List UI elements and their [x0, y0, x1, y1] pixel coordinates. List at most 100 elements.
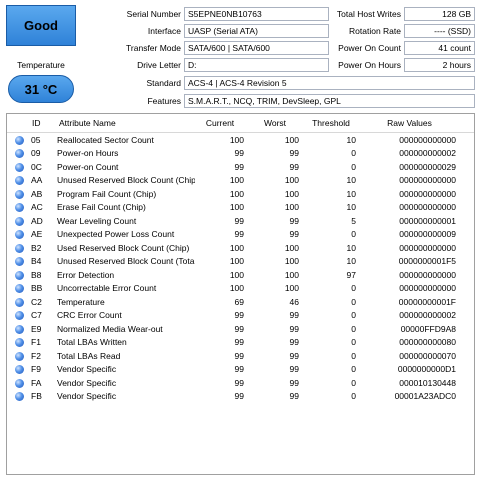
table-row[interactable]: F1 Total LBAs Written 99 99 0 000000000080 [7, 336, 474, 350]
cell-threshold: 10 [346, 175, 356, 186]
cell-threshold: 0 [351, 377, 356, 388]
status-dot-icon [14, 176, 24, 186]
status-cell [7, 187, 31, 201]
status-dot-icon [14, 284, 24, 294]
cell-id: C2 [31, 296, 42, 307]
table-row[interactable]: AB Program Fail Count (Chip) 100 100 10 00000… [7, 187, 474, 201]
cell-worst: 46 [289, 296, 299, 307]
drive-letter-field: D: [184, 58, 329, 72]
cell-threshold: 0 [351, 296, 356, 307]
cell-id: B8 [31, 269, 42, 280]
cell-attribute-name: Reallocated Sector Count [57, 134, 154, 145]
cell-id: C7 [31, 310, 42, 321]
table-row[interactable]: 05 Reallocated Sector Count 100 100 10 000000… [7, 133, 474, 147]
temperature-badge[interactable]: 31 °C [8, 75, 74, 103]
cell-worst: 99 [289, 148, 299, 159]
table-row[interactable]: F9 Vendor Specific 99 99 0 0000000000D1 [7, 363, 474, 377]
table-row[interactable]: C7 CRC Error Count 99 99 0 000000000002 [7, 309, 474, 323]
status-dot-icon [14, 216, 24, 226]
table-row[interactable]: E9 Normalized Media Wear-out 99 99 0 00000FFD… [7, 322, 474, 336]
status-cell [7, 282, 31, 296]
status-dot-icon [14, 257, 24, 267]
health-status-badge[interactable]: Good [6, 5, 76, 46]
cell-worst: 100 [284, 188, 299, 199]
cell-worst: 99 [289, 323, 299, 334]
cell-attribute-name: Erase Fail Count (Chip) [57, 202, 146, 213]
cell-id: AD [31, 215, 43, 226]
status-cell [7, 295, 31, 309]
features-label: Features [147, 96, 181, 106]
cell-current: 100 [229, 175, 244, 186]
table-row[interactable]: 0C Power-on Count 99 99 0 000000000029 [7, 160, 474, 174]
cell-id: FB [31, 391, 42, 402]
cell-threshold: 0 [351, 148, 356, 159]
cell-current: 100 [229, 269, 244, 280]
table-row[interactable]: AD Wear Leveling Count 99 99 5 000000000001 [7, 214, 474, 228]
cell-threshold: 0 [351, 323, 356, 334]
cell-threshold: 0 [351, 337, 356, 348]
header-raw-values[interactable]: Raw Values [362, 114, 474, 133]
cell-attribute-name: Uncorrectable Error Count [57, 283, 157, 294]
status-cell [7, 214, 31, 228]
table-row[interactable]: B8 Error Detection 100 100 97 000000000000 [7, 268, 474, 282]
table-row[interactable]: 09 Power-on Hours 99 99 0 000000000002 [7, 147, 474, 161]
cell-current: 99 [234, 323, 244, 334]
cell-threshold: 0 [351, 161, 356, 172]
status-cell [7, 322, 31, 336]
header-worst[interactable]: Worst [250, 114, 305, 133]
cell-threshold: 5 [351, 215, 356, 226]
status-cell [7, 147, 31, 161]
status-cell [7, 363, 31, 377]
cell-worst: 100 [284, 134, 299, 145]
status-dot-icon [14, 297, 24, 307]
header-current[interactable]: Current [195, 114, 250, 133]
power-on-hours-label: Power On Hours [338, 60, 401, 70]
power-on-count-field: 41 count [404, 41, 475, 55]
cell-worst: 99 [289, 391, 299, 402]
status-dot-icon [14, 270, 24, 280]
header-id[interactable]: ID [31, 114, 57, 133]
table-row[interactable]: BB Uncorrectable Error Count 100 100 0 000000… [7, 282, 474, 296]
cell-id: B2 [31, 242, 42, 253]
table-row[interactable]: AC Erase Fail Count (Chip) 100 100 10 0000000… [7, 201, 474, 215]
table-row[interactable]: F2 Total LBAs Read 99 99 0 000000000070 [7, 349, 474, 363]
status-cell [7, 376, 31, 390]
cell-id: 0C [31, 161, 42, 172]
table-row[interactable]: B4 Unused Reserved Block Count (Total) 100… [7, 255, 474, 269]
interface-field: UASP (Serial ATA) [184, 24, 329, 38]
cell-current: 99 [234, 350, 244, 361]
standard-label: Standard [146, 78, 182, 88]
cell-attribute-name: Power-on Count [57, 161, 119, 172]
table-row[interactable]: FA Vendor Specific 99 99 0 000010130448 [7, 376, 474, 390]
total-host-writes-label: Total Host Writes [336, 9, 401, 19]
status-dot-icon [14, 338, 24, 348]
rotation-rate-label: Rotation Rate [349, 26, 401, 36]
header-threshold[interactable]: Threshold [305, 114, 362, 133]
cell-raw-value: 00000FFD9A8 [400, 323, 456, 334]
status-cell [7, 174, 31, 188]
table-row[interactable]: FB Vendor Specific 99 99 0 00001A23ADC0 [7, 390, 474, 404]
cell-id: FA [31, 377, 42, 388]
smart-attributes-table[interactable]: ID Attribute Name Current Worst Threshol… [6, 113, 475, 475]
cell-raw-value: 000000000000 [399, 242, 456, 253]
cell-current: 99 [234, 377, 244, 388]
cell-attribute-name: Vendor Specific [57, 377, 117, 388]
table-row[interactable]: AA Unused Reserved Block Count (Chip) 100 1… [7, 174, 474, 188]
cell-worst: 100 [284, 269, 299, 280]
cell-threshold: 0 [351, 283, 356, 294]
drive-letter-label: Drive Letter [137, 60, 181, 70]
transfer-mode-field: SATA/600 | SATA/600 [184, 41, 329, 55]
status-cell [7, 201, 31, 215]
table-row[interactable]: B2 Used Reserved Block Count (Chip) 100 100… [7, 241, 474, 255]
cell-raw-value: 000010130448 [399, 377, 456, 388]
cell-current: 100 [229, 188, 244, 199]
serial-number-label: Serial Number [126, 9, 181, 19]
table-row[interactable]: AE Unexpected Power Loss Count 99 99 0 000000… [7, 228, 474, 242]
header-attribute-name[interactable]: Attribute Name [57, 114, 195, 133]
table-row[interactable]: C2 Temperature 69 46 0 00000000001F [7, 295, 474, 309]
status-dot-icon [14, 243, 24, 253]
cell-threshold: 0 [351, 391, 356, 402]
cell-threshold: 10 [346, 202, 356, 213]
cell-id: F9 [31, 364, 41, 375]
cell-threshold: 10 [346, 188, 356, 199]
